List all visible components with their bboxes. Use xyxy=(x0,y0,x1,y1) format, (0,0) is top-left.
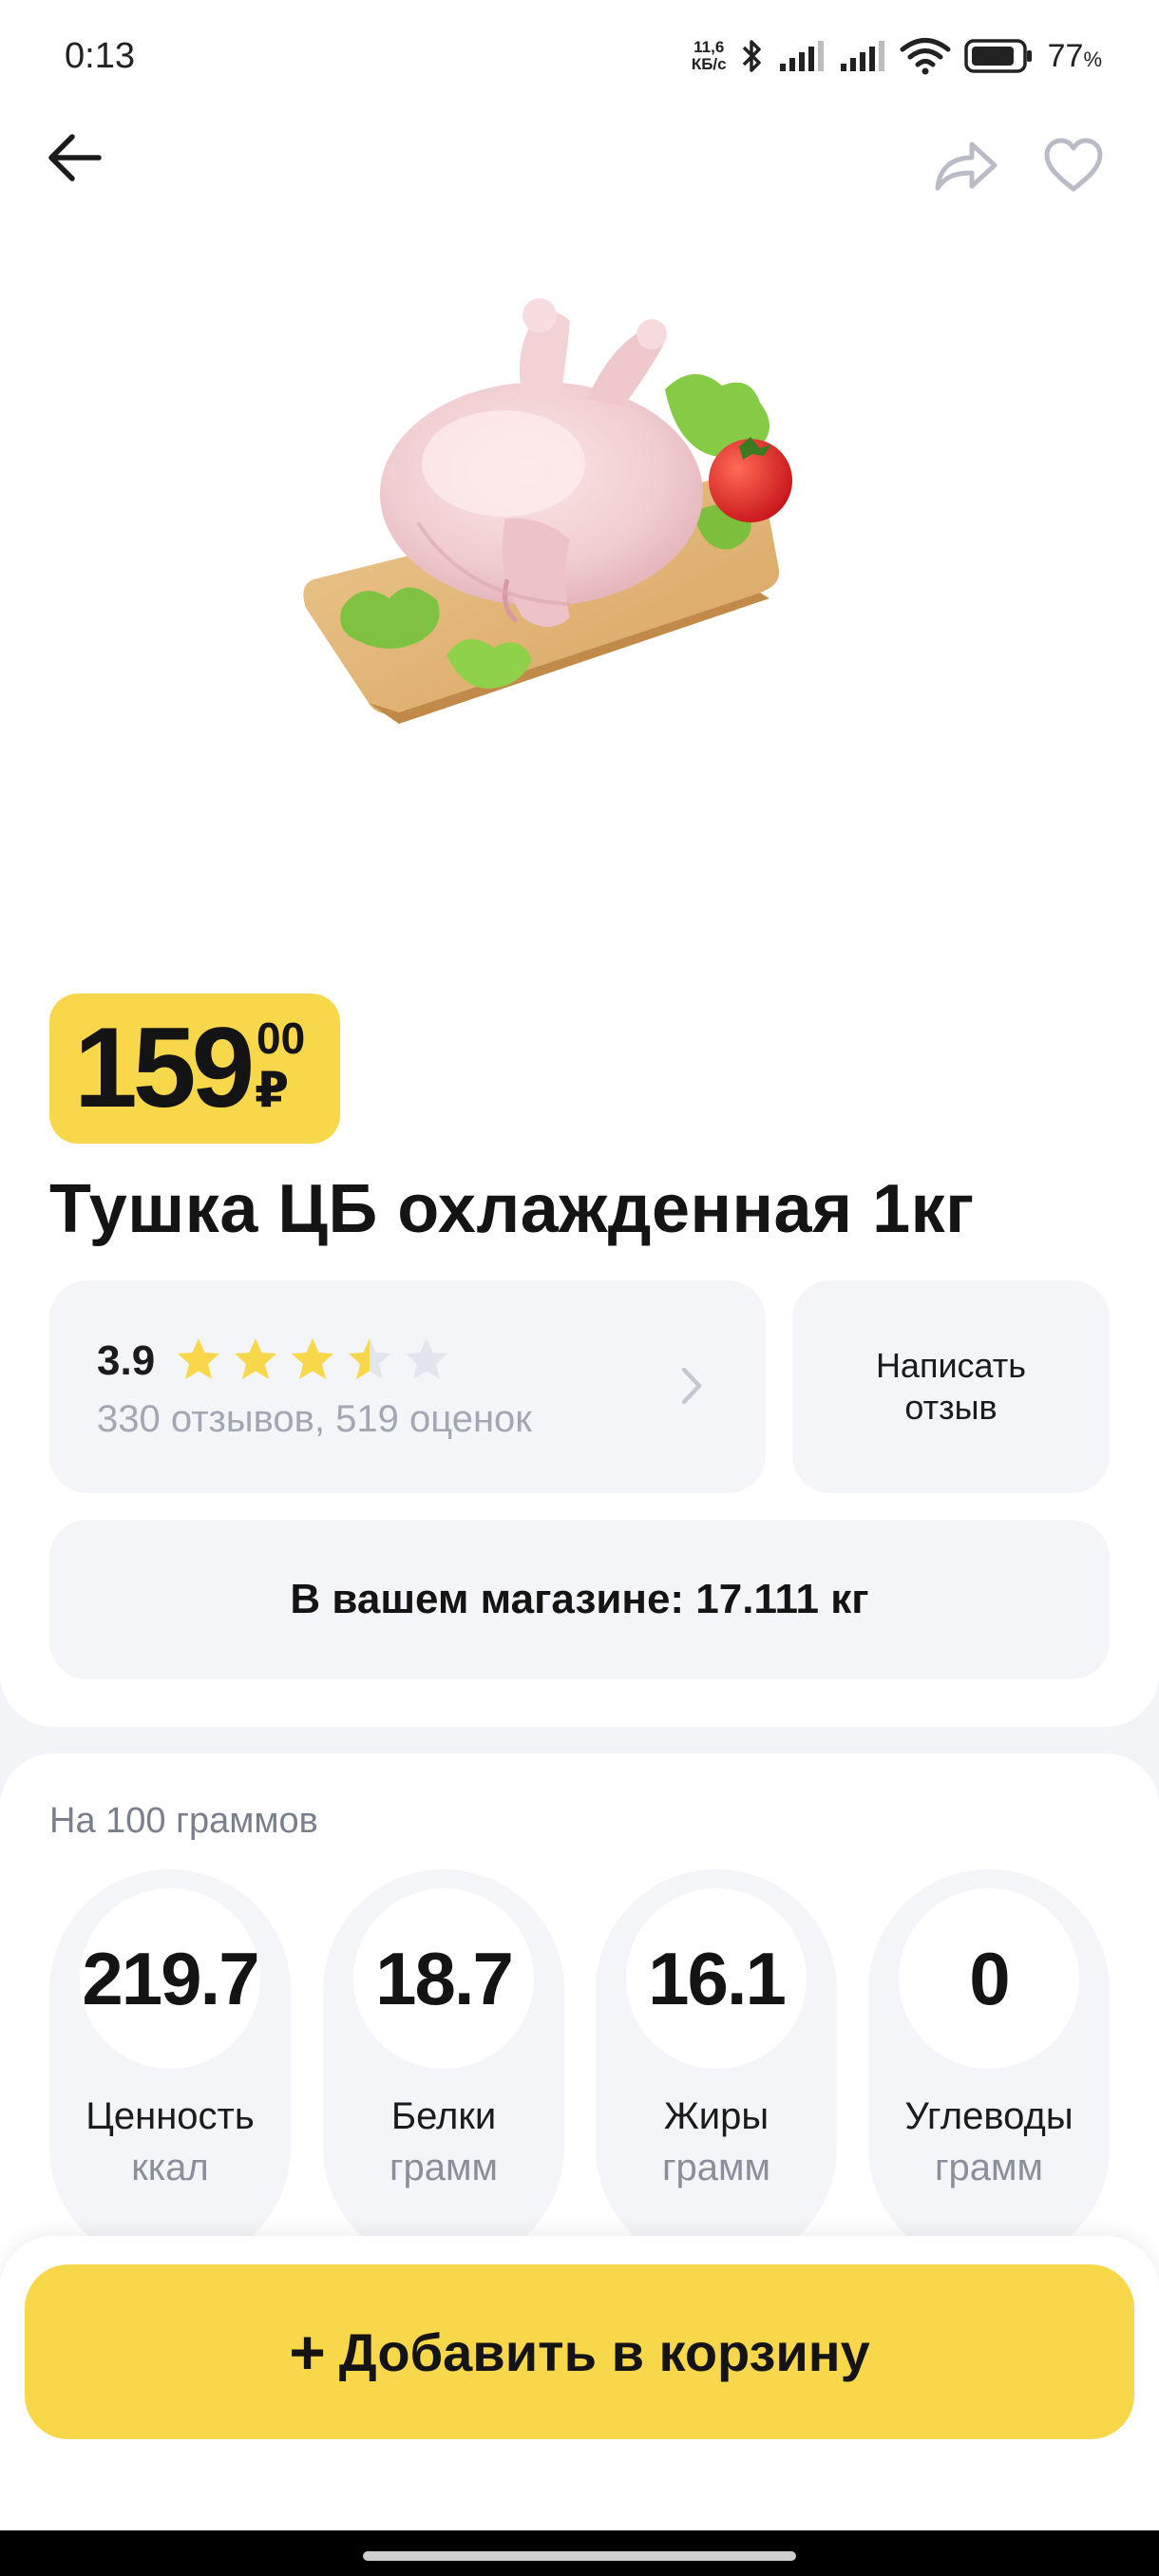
nutrient-value: 16.1 xyxy=(648,1936,787,2020)
bluetooth-icon xyxy=(742,40,761,72)
nutrient-value-circle: 0 xyxy=(899,1888,1079,2069)
favorite-button[interactable] xyxy=(1036,127,1112,203)
signal-icon-sim2 xyxy=(840,41,884,71)
store-availability-text: В вашем магазине: 17.111 кг xyxy=(290,1576,869,1622)
rating-summary-button[interactable]: 3.9 330 отзывов, 519 оценок xyxy=(49,1280,766,1493)
network-speed: 11,6 КБ/с xyxy=(692,39,727,73)
product-title: Тушка ЦБ охлажденная 1кг xyxy=(49,1171,975,1247)
star-icon xyxy=(349,1338,390,1379)
heart-outline-icon xyxy=(1044,138,1103,192)
signal-icon xyxy=(779,41,824,71)
network-speed-unit: КБ/с xyxy=(691,55,727,73)
rating-value: 3.9 xyxy=(97,1337,156,1384)
price-integer: 159 xyxy=(74,1004,255,1131)
nutrient-protein: 18.7 Белки грамм xyxy=(323,1869,564,2268)
product-image xyxy=(303,298,792,724)
nutrient-energy: 219.7 Ценность ккал xyxy=(49,1869,291,2268)
star-icon xyxy=(406,1338,447,1379)
rating-stars xyxy=(175,1335,450,1383)
nutrient-value-circle: 219.7 xyxy=(80,1888,260,2069)
battery-percent: 77% xyxy=(1047,37,1102,74)
back-button[interactable] xyxy=(40,123,108,192)
nutrient-unit: грамм xyxy=(661,2147,771,2188)
nutrient-value: 219.7 xyxy=(82,1936,259,2020)
nutrient-unit: ккал xyxy=(131,2147,209,2188)
nutrient-label: Белки xyxy=(390,2095,497,2137)
nutrient-label: Ценность xyxy=(86,2095,255,2137)
plus-icon: + xyxy=(289,2317,326,2387)
price-fraction: 00 xyxy=(256,1013,306,1063)
nutrient-value: 18.7 xyxy=(375,1936,514,2020)
nutrient-unit: грамм xyxy=(389,2147,499,2188)
home-gesture-handle[interactable] xyxy=(363,2551,796,2561)
share-icon xyxy=(935,142,998,191)
chevron-right-icon xyxy=(681,1367,702,1405)
network-speed-value: 11,6 xyxy=(694,38,725,56)
add-to-cart-button[interactable]: + Добавить в корзину xyxy=(25,2264,1134,2439)
nutrient-value-circle: 16.1 xyxy=(626,1888,807,2069)
nutrient-carbs: 0 Углеводы грамм xyxy=(868,1869,1110,2268)
write-review-button[interactable]: Написать отзыв xyxy=(792,1280,1110,1493)
status-bar: 0:13 11,6 КБ/с 77% xyxy=(0,0,1159,114)
price-currency: ₽ xyxy=(255,1063,290,1118)
status-indicators: 11,6 КБ/с 77% xyxy=(692,32,1102,80)
reviews-count: 330 отзывов, 519 оценок xyxy=(97,1398,532,1440)
system-navigation-bar xyxy=(0,2530,1159,2576)
add-to-cart-label: Добавить в корзину xyxy=(338,2321,870,2382)
arrow-left-icon xyxy=(48,134,102,181)
bottom-action-bar: + Добавить в корзину xyxy=(0,2236,1159,2530)
share-button[interactable] xyxy=(927,127,1003,203)
status-time: 0:13 xyxy=(65,36,135,76)
product-header-card: 0:13 11,6 КБ/с 77% 159 00 ₽ Тушка ЦБ охл… xyxy=(0,0,1159,1727)
price-badge: 159 00 ₽ xyxy=(49,994,340,1144)
star-icon xyxy=(178,1338,219,1379)
nutrient-value-circle: 18.7 xyxy=(353,1888,534,2069)
nutrient-fat: 16.1 Жиры грамм xyxy=(596,1869,837,2268)
write-review-label: Написать отзыв xyxy=(875,1346,1027,1427)
nutrient-unit: грамм xyxy=(934,2147,1044,2188)
star-icon xyxy=(235,1338,276,1379)
nutrient-label: Жиры xyxy=(663,2095,770,2137)
store-availability: В вашем магазине: 17.111 кг xyxy=(49,1520,1110,1679)
star-icon xyxy=(292,1338,333,1379)
battery-icon xyxy=(963,39,1032,73)
nutrient-value: 0 xyxy=(969,1936,1010,2020)
wifi-icon xyxy=(900,38,951,75)
nutrient-label: Углеводы xyxy=(904,2095,1074,2137)
nutrition-caption: На 100 граммов xyxy=(49,1801,318,1841)
